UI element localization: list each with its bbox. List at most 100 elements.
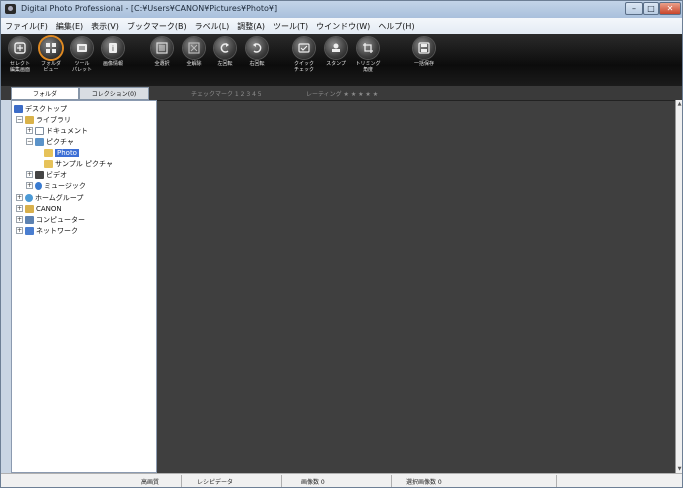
menu-bookmark[interactable]: ブックマーク(B) <box>123 21 191 32</box>
tree-label: デスクトップ <box>25 104 67 113</box>
menu-edit[interactable]: 編集(E) <box>52 21 87 32</box>
status-bar: 高画質 レシピデータ 画像数 0 選択画像数 0 <box>1 473 682 487</box>
rotate-left-icon <box>214 37 236 59</box>
batch-save-icon <box>413 37 435 59</box>
select-edit-button[interactable]: セレクト 編集画面 <box>7 37 33 73</box>
computer-icon <box>25 215 34 224</box>
tool-label: フォルダ ビュー <box>40 61 61 73</box>
image-info-button[interactable]: i 画像情報 <box>100 37 126 67</box>
trim-angle-button[interactable]: トリミング 角度 <box>355 37 381 73</box>
tab-collection[interactable]: コレクション(0) <box>79 87 149 100</box>
tool-label: セレクト 編集画面 <box>9 61 30 73</box>
expand-toggle[interactable]: + <box>16 205 23 212</box>
tree-label: コンピューター <box>36 215 85 224</box>
select-all-button[interactable]: 全選択 <box>149 37 175 67</box>
expand-toggle[interactable]: + <box>16 216 23 223</box>
expand-toggle[interactable]: + <box>26 182 33 189</box>
app-window: Digital Photo Professional - [C:¥Users¥C… <box>0 0 683 488</box>
menu-tools[interactable]: ツール(T) <box>269 21 312 32</box>
tree-item-sample-pictures[interactable]: サンプル ピクチャ <box>44 158 113 169</box>
tree-item-documents[interactable]: + ドキュメント <box>26 125 88 136</box>
tree-label: ミュージック <box>44 181 86 190</box>
desktop-icon <box>14 104 23 113</box>
expand-toggle[interactable]: + <box>26 171 33 178</box>
tree-label-selected: Photo <box>55 148 79 157</box>
tool-label: 一括保存 <box>413 61 434 67</box>
minimize-button[interactable]: – <box>625 2 643 15</box>
homegroup-icon <box>25 193 33 202</box>
tree-item-canon[interactable]: + CANON <box>16 203 62 214</box>
stamp-icon <box>325 37 347 59</box>
quick-check-button[interactable]: クイック チェック <box>291 37 317 73</box>
tool-label: トリミング 角度 <box>355 61 381 73</box>
rotate-right-button[interactable]: 右回転 <box>244 37 270 67</box>
tree-item-homegroup[interactable]: + ホームグループ <box>16 192 83 203</box>
expand-toggle[interactable]: + <box>16 227 23 234</box>
tree-item-music[interactable]: + ミュージック <box>26 180 86 191</box>
menu-file[interactable]: ファイル(F) <box>1 21 52 32</box>
picture-icon <box>35 137 44 146</box>
tool-label: 全選択 <box>154 61 170 67</box>
svg-text:i: i <box>112 45 114 53</box>
music-icon <box>35 181 42 190</box>
tab-folder[interactable]: フォルダ <box>11 87 79 100</box>
menu-label[interactable]: ラベル(L) <box>191 21 234 32</box>
library-icon <box>25 115 34 124</box>
status-divider <box>281 475 282 487</box>
tree-item-library[interactable]: − ライブラリ <box>16 114 71 125</box>
quick-check-icon <box>293 37 315 59</box>
rating-filter[interactable]: レーティング ★ ★ ★ ★ ★ <box>306 89 378 98</box>
folder-view-button[interactable]: フォルダ ビュー <box>38 37 64 73</box>
stamp-button[interactable]: スタンプ <box>323 37 349 67</box>
tool-palette-icon <box>71 37 93 59</box>
tree-label: ビデオ <box>46 170 67 179</box>
select-all-icon <box>151 37 173 59</box>
tree-item-video[interactable]: + ビデオ <box>26 169 67 180</box>
tree-item-network[interactable]: + ネットワーク <box>16 225 78 236</box>
status-divider <box>556 475 557 487</box>
status-image-count: 画像数 0 <box>301 479 325 486</box>
tree-item-photo[interactable]: Photo <box>44 147 79 158</box>
tool-label: 画像情報 <box>102 61 123 67</box>
toolbar: セレクト 編集画面 フォルダ ビュー ツール パレット i 画像情報 全選択 全… <box>1 34 682 86</box>
tree-item-computer[interactable]: + コンピューター <box>16 214 85 225</box>
folder-icon <box>44 148 53 157</box>
video-icon <box>35 170 44 179</box>
rotate-left-button[interactable]: 左回転 <box>212 37 238 67</box>
deselect-all-button[interactable]: 全解除 <box>181 37 207 67</box>
tree-item-pictures[interactable]: − ピクチャ <box>26 136 74 147</box>
tool-label: スタンプ <box>326 61 346 67</box>
vertical-scrollbar[interactable]: ▲ ▼ <box>675 100 682 473</box>
title-bar[interactable]: Digital Photo Professional - [C:¥Users¥C… <box>1 1 682 18</box>
menu-window[interactable]: ウインドウ(W) <box>312 21 374 32</box>
menu-help[interactable]: ヘルプ(H) <box>374 21 418 32</box>
batch-save-button[interactable]: 一括保存 <box>411 37 437 67</box>
folder-tree: デスクトップ − ライブラリ + ドキュメント − ピクチャ Photo サンプ… <box>11 100 157 473</box>
tree-item-desktop[interactable]: デスクトップ <box>14 103 67 114</box>
network-icon <box>25 226 34 235</box>
app-logo-icon <box>5 4 16 14</box>
tool-label: ツール パレット <box>71 61 92 73</box>
trim-angle-icon <box>357 37 379 59</box>
status-selected-count: 選択画像数 0 <box>406 479 442 486</box>
maximize-button[interactable]: □ <box>643 2 659 15</box>
expand-toggle[interactable]: + <box>26 127 33 134</box>
info-icon: i <box>102 37 124 59</box>
user-icon <box>25 204 34 213</box>
menu-adjust[interactable]: 調整(A) <box>233 21 269 32</box>
collapse-toggle[interactable]: − <box>26 138 33 145</box>
menu-view[interactable]: 表示(V) <box>87 21 123 32</box>
rotate-right-icon <box>246 37 268 59</box>
tree-label: サンプル ピクチャ <box>55 159 113 168</box>
tree-label: ドキュメント <box>46 126 88 135</box>
expand-toggle[interactable]: + <box>16 194 23 201</box>
scroll-down-icon[interactable]: ▼ <box>676 465 682 473</box>
tool-label: クイック チェック <box>293 61 314 73</box>
tree-label: CANON <box>36 204 62 213</box>
scroll-up-icon[interactable]: ▲ <box>676 100 682 108</box>
close-button[interactable]: ✕ <box>659 2 681 15</box>
tool-palette-button[interactable]: ツール パレット <box>69 37 95 73</box>
collapse-toggle[interactable]: − <box>16 116 23 123</box>
check-mark-filter[interactable]: チェックマーク 1 2 3 4 5 <box>191 89 262 98</box>
thumbnail-area[interactable] <box>157 100 675 474</box>
